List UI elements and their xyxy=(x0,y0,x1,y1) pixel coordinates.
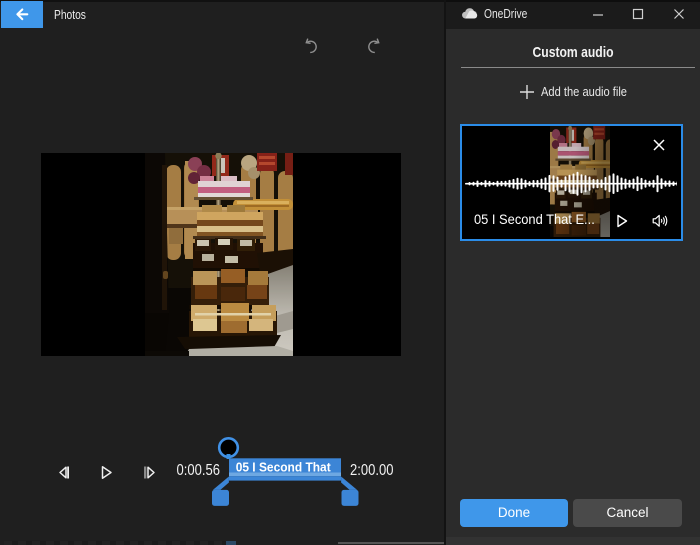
svg-text:05 I Second That: 05 I Second That xyxy=(236,460,332,475)
